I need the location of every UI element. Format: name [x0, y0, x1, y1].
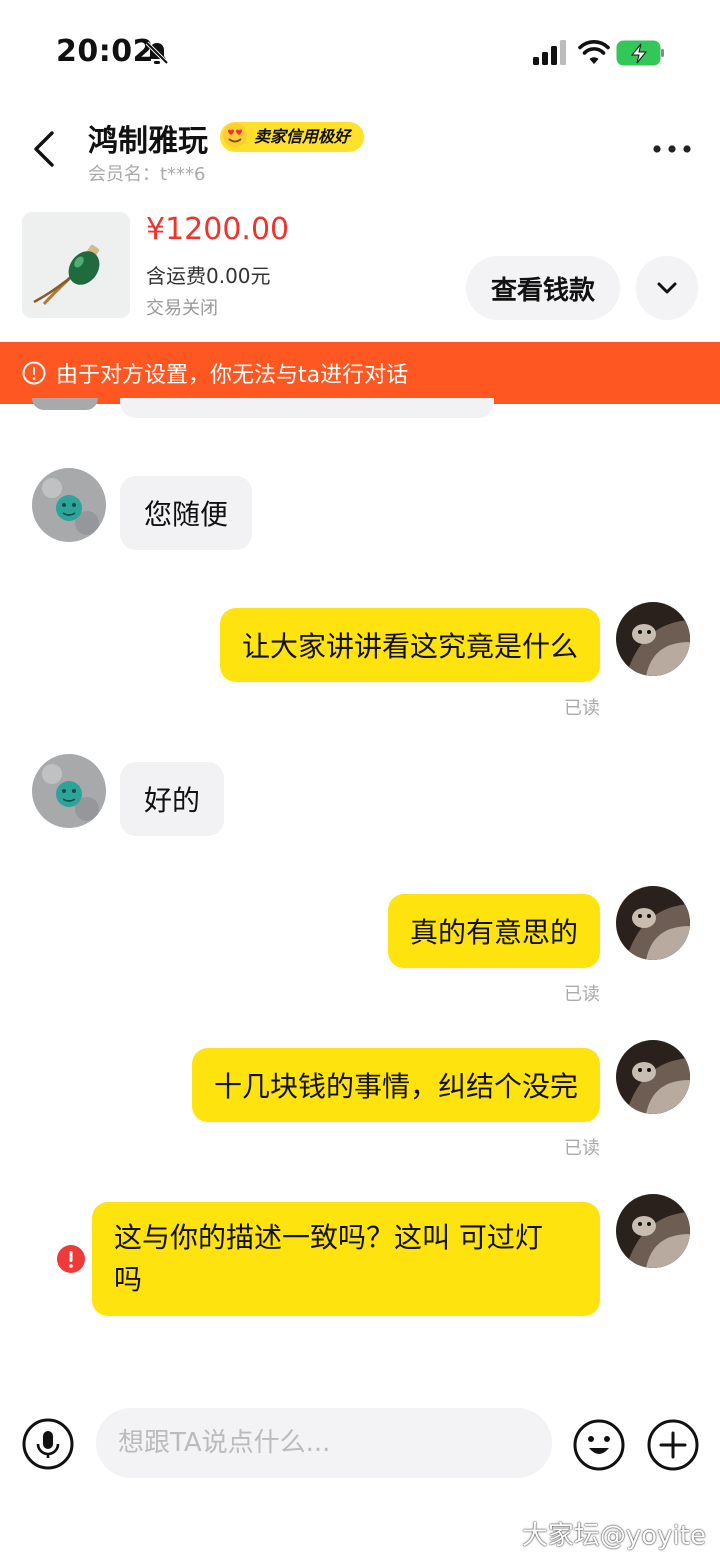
message-bubble: 让大家讲讲看这究竟是什么	[219, 608, 600, 682]
error-icon[interactable]	[56, 1244, 86, 1274]
message-bubble: 好的	[120, 762, 225, 836]
more-icon[interactable]	[652, 144, 692, 154]
chevron-down-icon	[657, 282, 677, 294]
read-status: 已读	[564, 984, 600, 1005]
status-time: 20:02	[56, 34, 154, 69]
read-status: 已读	[564, 698, 600, 719]
seller-name[interactable]: 鸿制雅玩	[88, 116, 208, 160]
message-bubble: 真的有意思的	[387, 894, 600, 968]
product-thumbnail[interactable]	[22, 212, 130, 318]
signal-icon	[533, 40, 566, 65]
seller-avatar[interactable]	[32, 468, 106, 542]
read-status: 已读	[564, 1138, 600, 1159]
message-bubble: 您随便	[120, 476, 253, 550]
message-input[interactable]	[96, 1408, 552, 1478]
user-avatar[interactable]	[616, 1040, 690, 1114]
watermark: 大家坛@yoyite	[521, 1521, 706, 1551]
previous-message-bubble	[120, 398, 494, 418]
wifi-icon	[578, 40, 610, 64]
previous-avatar	[32, 398, 98, 410]
back-icon[interactable]	[28, 128, 62, 170]
message-line: 吗	[114, 1263, 143, 1296]
shipping-info: 含运费0.00元	[146, 264, 271, 288]
view-payment-button[interactable]: 查看钱款	[466, 256, 620, 320]
member-name: 会员名：t***6	[88, 164, 206, 185]
message-bubble: 这与你的描述一致吗？这叫 可过灯 吗	[92, 1202, 600, 1316]
user-avatar[interactable]	[616, 886, 690, 960]
mic-icon[interactable]	[22, 1418, 74, 1470]
expand-button[interactable]	[636, 256, 698, 320]
heart-eyes-emoji-icon	[223, 123, 247, 147]
message-bubble: 十几块钱的事情，纠结个没完	[191, 1048, 600, 1122]
emoji-icon[interactable]	[572, 1418, 626, 1472]
seller-avatar[interactable]	[32, 754, 106, 828]
user-avatar[interactable]	[616, 602, 690, 676]
warning-icon	[22, 361, 46, 385]
bell-off-icon	[145, 41, 169, 65]
product-price: ¥1200.00	[146, 212, 290, 247]
message-line: 这与你的描述一致吗？这叫 可过灯	[114, 1221, 543, 1254]
user-avatar[interactable]	[616, 1194, 690, 1268]
warning-text: 由于对方设置，你无法与ta进行对话	[56, 363, 409, 388]
plus-icon[interactable]	[646, 1418, 700, 1472]
warning-banner: 由于对方设置，你无法与ta进行对话	[0, 342, 720, 404]
battery-charging-icon	[616, 40, 664, 66]
trade-status: 交易关闭	[146, 298, 218, 319]
